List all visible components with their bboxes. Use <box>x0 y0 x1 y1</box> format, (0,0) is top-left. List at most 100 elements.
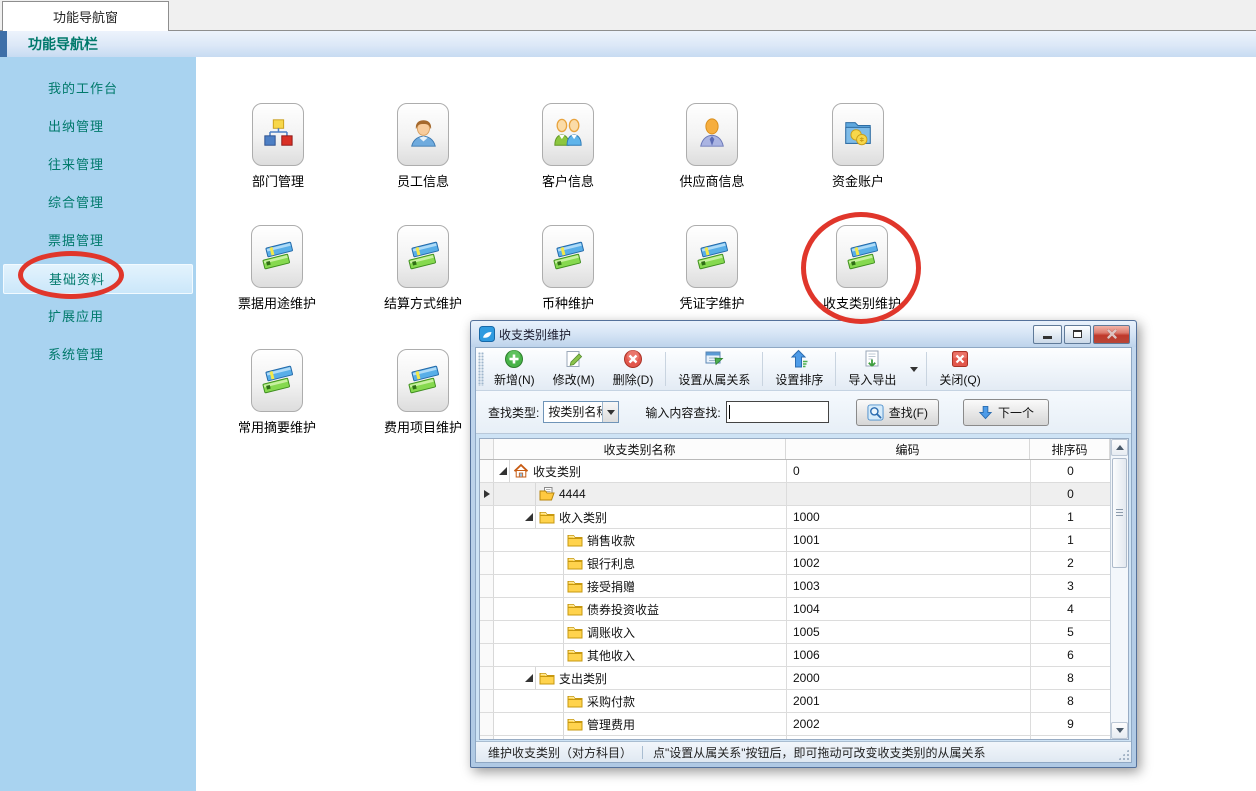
table-row[interactable]: 支出类别20008 <box>480 667 1110 690</box>
books-icon <box>551 238 585 275</box>
app-icon-box[interactable] <box>397 225 449 288</box>
sidebar-item-3[interactable]: 往来管理 <box>3 150 193 180</box>
tree-expander[interactable] <box>496 467 509 475</box>
sidebar-item-4[interactable]: 综合管理 <box>3 188 193 218</box>
tree-expander[interactable] <box>522 674 535 682</box>
code-cell: 1006 <box>786 644 1030 666</box>
header-name-column[interactable]: 收支类别名称 <box>494 439 786 459</box>
toolbar-button-label: 修改(M) <box>553 371 595 388</box>
close-button[interactable] <box>1093 325 1130 344</box>
app-icon-box[interactable] <box>542 225 594 288</box>
table-row[interactable]: 44440 <box>480 483 1110 506</box>
table-row[interactable]: 收支类别00 <box>480 460 1110 483</box>
code-cell: 1005 <box>786 621 1030 643</box>
app-icon-box[interactable] <box>686 103 738 166</box>
app-icon-box[interactable] <box>832 103 884 166</box>
table-row[interactable]: 其他收入10066 <box>480 644 1110 667</box>
folder-icon <box>539 509 555 525</box>
toolbar-button-edit[interactable]: 修改(M) <box>544 348 604 390</box>
sidebar-item-7[interactable]: 扩展应用 <box>3 302 193 332</box>
table-row[interactable]: 销售收款10011 <box>480 529 1110 552</box>
maximize-button[interactable] <box>1064 325 1091 344</box>
table-row[interactable]: 银行利息10022 <box>480 552 1110 575</box>
scroll-up-button[interactable] <box>1111 439 1128 456</box>
dialog-toolbar: 新增(N) 修改(M) 删除(D)设置从属关系设置排序导入导出关闭(Q) <box>476 348 1131 391</box>
table-row[interactable]: 管理费用20029 <box>480 713 1110 736</box>
sidebar-item-2[interactable]: 出纳管理 <box>3 112 193 142</box>
dialog-titlebar[interactable]: 收支类别维护 <box>471 321 1136 347</box>
toolbar-grip[interactable] <box>478 352 484 386</box>
folder-icon <box>567 578 583 594</box>
app-icon-box[interactable] <box>836 225 888 288</box>
app-icon-供应商信息[interactable]: 供应商信息 <box>652 103 772 190</box>
table-row[interactable]: 收入类别10001 <box>480 506 1110 529</box>
name-cell: 其他收入 <box>494 644 786 666</box>
toolbar-button-delete[interactable]: 删除(D) <box>604 348 663 390</box>
tree-expander[interactable] <box>522 513 535 521</box>
tab-function-nav-window[interactable]: 功能导航窗 <box>2 1 169 31</box>
tree-indent <box>494 713 550 735</box>
app-icon-票据用途维护[interactable]: 票据用途维护 <box>217 225 337 312</box>
table-row[interactable]: 采购付款20018 <box>480 690 1110 713</box>
table-header: 收支类别名称 编码 排序码 <box>480 439 1128 460</box>
row-selector-cell <box>480 736 494 739</box>
search-input[interactable] <box>726 401 829 423</box>
minimize-button[interactable] <box>1033 325 1062 344</box>
resize-grip[interactable] <box>1117 748 1130 761</box>
toolbar-button-add[interactable]: 新增(N) <box>485 348 544 390</box>
next-button[interactable]: 下一个 <box>963 399 1049 426</box>
app-icon-员工信息[interactable]: 员工信息 <box>363 103 483 190</box>
category-name: 银行利息 <box>587 555 635 572</box>
code-cell: 2002 <box>786 713 1030 735</box>
header-code-column[interactable]: 编码 <box>786 439 1030 459</box>
app-icon-常用摘要维护[interactable]: 常用摘要维护 <box>217 349 337 436</box>
person-icon <box>407 117 439 152</box>
find-button[interactable]: 查找(F) <box>856 399 939 426</box>
app-icon-box[interactable] <box>251 349 303 412</box>
app-icon-box[interactable] <box>397 349 449 412</box>
app-icon-费用项目维护[interactable]: 费用项目维护 <box>363 349 483 436</box>
sidebar-item-5[interactable]: 票据管理 <box>3 226 193 256</box>
sidebar-item-1[interactable]: 我的工作台 <box>3 74 193 104</box>
toolbar-dropdown-caret[interactable] <box>905 348 923 390</box>
code-cell: 1001 <box>786 529 1030 551</box>
name-cell: 办公费 <box>494 736 786 739</box>
app-icon-box[interactable] <box>542 103 594 166</box>
table-row[interactable]: 接受捐赠10033 <box>480 575 1110 598</box>
app-icon-资金账户[interactable]: 资金账户 <box>798 103 918 190</box>
toolbar-button-close-box[interactable]: 关闭(Q) <box>930 348 989 390</box>
toolbar-button-relation[interactable]: 设置从属关系 <box>669 348 759 390</box>
header-sort-column[interactable]: 排序码 <box>1030 439 1110 459</box>
scrollbar-thumb[interactable] <box>1112 458 1127 568</box>
app-icon-收支类别维护[interactable]: 收支类别维护 <box>802 225 922 312</box>
sidebar-item-8[interactable]: 系统管理 <box>3 340 193 370</box>
app-icon-box[interactable] <box>251 225 303 288</box>
table-row[interactable]: 办公费 <box>480 736 1110 739</box>
app-icon-客户信息[interactable]: 客户信息 <box>508 103 628 190</box>
vertical-scrollbar[interactable] <box>1110 439 1128 739</box>
app-icon-凭证字维护[interactable]: 凭证字维护 <box>652 225 772 312</box>
sidebar-item-6[interactable]: 基础资料 <box>3 264 193 294</box>
toolbar-button-import-export[interactable]: 导入导出 <box>839 348 905 390</box>
search-type-dropdown[interactable]: 按类别名称 <box>543 401 619 423</box>
status-bar: 维护收支类别（对方科目） 点"设置从属关系"按钮后，即可拖动可改变收支类别的从属… <box>476 741 1131 762</box>
tree-cell: 销售收款 <box>563 529 786 551</box>
app-icon-部门管理[interactable]: 部门管理 <box>218 103 338 190</box>
dropdown-button[interactable] <box>602 402 618 422</box>
toolbar-button-sort[interactable]: 设置排序 <box>766 348 832 390</box>
category-name: 其他收入 <box>587 647 635 664</box>
app-icon-结算方式维护[interactable]: 结算方式维护 <box>363 225 483 312</box>
dialog-title: 收支类别维护 <box>499 326 1031 343</box>
app-icon-币种维护[interactable]: 币种维护 <box>508 225 628 312</box>
name-cell: 调账收入 <box>494 621 786 643</box>
tree-cell: 收支类别 <box>509 460 786 482</box>
app-icon-box[interactable] <box>252 103 304 166</box>
scroll-down-button[interactable] <box>1111 722 1128 739</box>
search-input-label: 输入内容查找: <box>645 404 720 421</box>
table-row[interactable]: 债券投资收益10044 <box>480 598 1110 621</box>
app-icon-box[interactable] <box>686 225 738 288</box>
table-row[interactable]: 调账收入10055 <box>480 621 1110 644</box>
find-button-label: 查找(F) <box>889 404 928 421</box>
app-icon-box[interactable] <box>397 103 449 166</box>
tree-cell: 采购付款 <box>563 690 786 712</box>
